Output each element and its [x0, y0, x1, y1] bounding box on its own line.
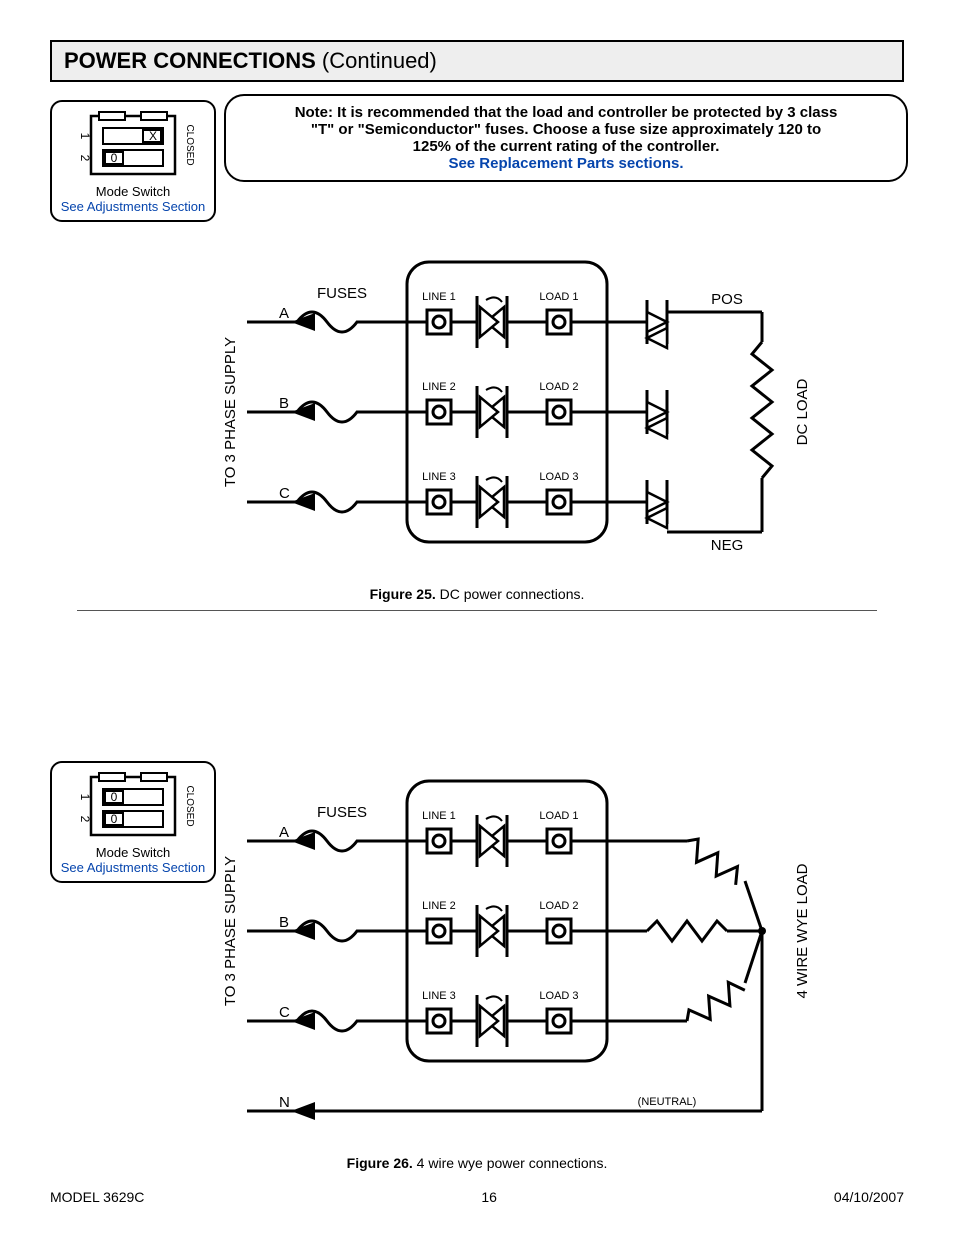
- dc-circuit-diagram: TO 3 PHASE SUPPLY DC LOAD FUSES A LINE 1: [127, 242, 827, 572]
- divider: [77, 610, 877, 611]
- svg-text:LINE 1: LINE 1: [422, 810, 456, 822]
- svg-text:LINE 1: LINE 1: [422, 291, 456, 303]
- mode-switch-box-1: X 0 1 2 CLOSED Mode Switch See Adjustmen…: [50, 100, 216, 222]
- svg-text:NEG: NEG: [711, 537, 744, 554]
- svg-text:FUSES: FUSES: [317, 804, 367, 821]
- svg-text:1: 1: [78, 794, 92, 801]
- svg-text:LOAD 2: LOAD 2: [539, 381, 578, 393]
- svg-text:LOAD 1: LOAD 1: [539, 291, 578, 303]
- svg-text:DC LOAD: DC LOAD: [794, 378, 811, 445]
- dip-switch-2: 0 0 1 2 CLOSED: [63, 771, 203, 841]
- svg-text:LOAD 3: LOAD 3: [539, 990, 578, 1002]
- section-header: POWER CONNECTIONS (Continued): [50, 40, 904, 82]
- svg-text:LOAD 2: LOAD 2: [539, 900, 578, 912]
- svg-text:LOAD 3: LOAD 3: [539, 471, 578, 483]
- mode-switch-label: Mode Switch: [58, 845, 208, 860]
- mode-switch-box-2: 0 0 1 2 CLOSED Mode Switch See Adjustmen…: [50, 761, 216, 883]
- wye-circuit-diagram: TO 3 PHASE SUPPLY 4 WIRE WYE LOAD FUSES …: [127, 761, 827, 1141]
- footer-model: MODEL 3629C: [50, 1189, 144, 1205]
- page-footer: MODEL 3629C 16 04/10/2007: [50, 1189, 904, 1205]
- footer-page: 16: [481, 1189, 497, 1205]
- svg-text:4 WIRE WYE LOAD: 4 WIRE WYE LOAD: [794, 863, 811, 998]
- footer-date: 04/10/2007: [834, 1189, 904, 1205]
- svg-text:N: N: [279, 1094, 290, 1111]
- svg-text:LINE 2: LINE 2: [422, 381, 456, 393]
- svg-text:2: 2: [78, 155, 92, 162]
- svg-text:1: 1: [78, 133, 92, 140]
- svg-text:0: 0: [111, 151, 118, 165]
- svg-text:POS: POS: [711, 291, 743, 308]
- figure-25-caption: Figure 25. DC power connections.: [50, 586, 904, 602]
- svg-text:0: 0: [111, 812, 118, 826]
- svg-text:0: 0: [111, 790, 118, 804]
- svg-text:TO 3 PHASE SUPPLY: TO 3 PHASE SUPPLY: [222, 856, 239, 1006]
- svg-text:LINE 3: LINE 3: [422, 471, 456, 483]
- header-bold: POWER CONNECTIONS: [64, 48, 316, 73]
- svg-text:2: 2: [78, 816, 92, 823]
- note-box: Note: It is recommended that the load an…: [224, 94, 908, 182]
- svg-text:C: C: [279, 485, 290, 502]
- svg-text:FUSES: FUSES: [317, 285, 367, 302]
- adjustments-link[interactable]: See Adjustments Section: [58, 199, 208, 214]
- svg-text:C: C: [279, 1004, 290, 1021]
- figure-26-block: 0 0 1 2 CLOSED Mode Switch See Adjustmen…: [50, 761, 904, 1171]
- header-cont: (Continued): [316, 48, 437, 73]
- svg-text:LINE 3: LINE 3: [422, 990, 456, 1002]
- svg-text:A: A: [279, 824, 289, 841]
- figure-25-block: X 0 1 2 CLOSED Mode Switch See Adjustmen…: [50, 100, 904, 611]
- figure-26-caption: Figure 26. 4 wire wye power connections.: [50, 1155, 904, 1171]
- svg-text:CLOSED: CLOSED: [184, 785, 195, 826]
- mode-switch-label: Mode Switch: [58, 184, 208, 199]
- adjustments-link[interactable]: See Adjustments Section: [58, 860, 208, 875]
- svg-text:X: X: [149, 129, 157, 143]
- svg-text:CLOSED: CLOSED: [184, 124, 195, 165]
- dip-switch-1: X 0 1 2 CLOSED: [63, 110, 203, 180]
- svg-text:B: B: [279, 395, 289, 412]
- svg-text:A: A: [279, 305, 289, 322]
- svg-text:TO 3 PHASE SUPPLY: TO 3 PHASE SUPPLY: [222, 337, 239, 487]
- svg-text:LINE 2: LINE 2: [422, 900, 456, 912]
- svg-text:(NEUTRAL): (NEUTRAL): [638, 1096, 697, 1108]
- svg-text:LOAD 1: LOAD 1: [539, 810, 578, 822]
- replacement-parts-link[interactable]: See Replacement Parts sections.: [448, 155, 683, 172]
- svg-text:B: B: [279, 914, 289, 931]
